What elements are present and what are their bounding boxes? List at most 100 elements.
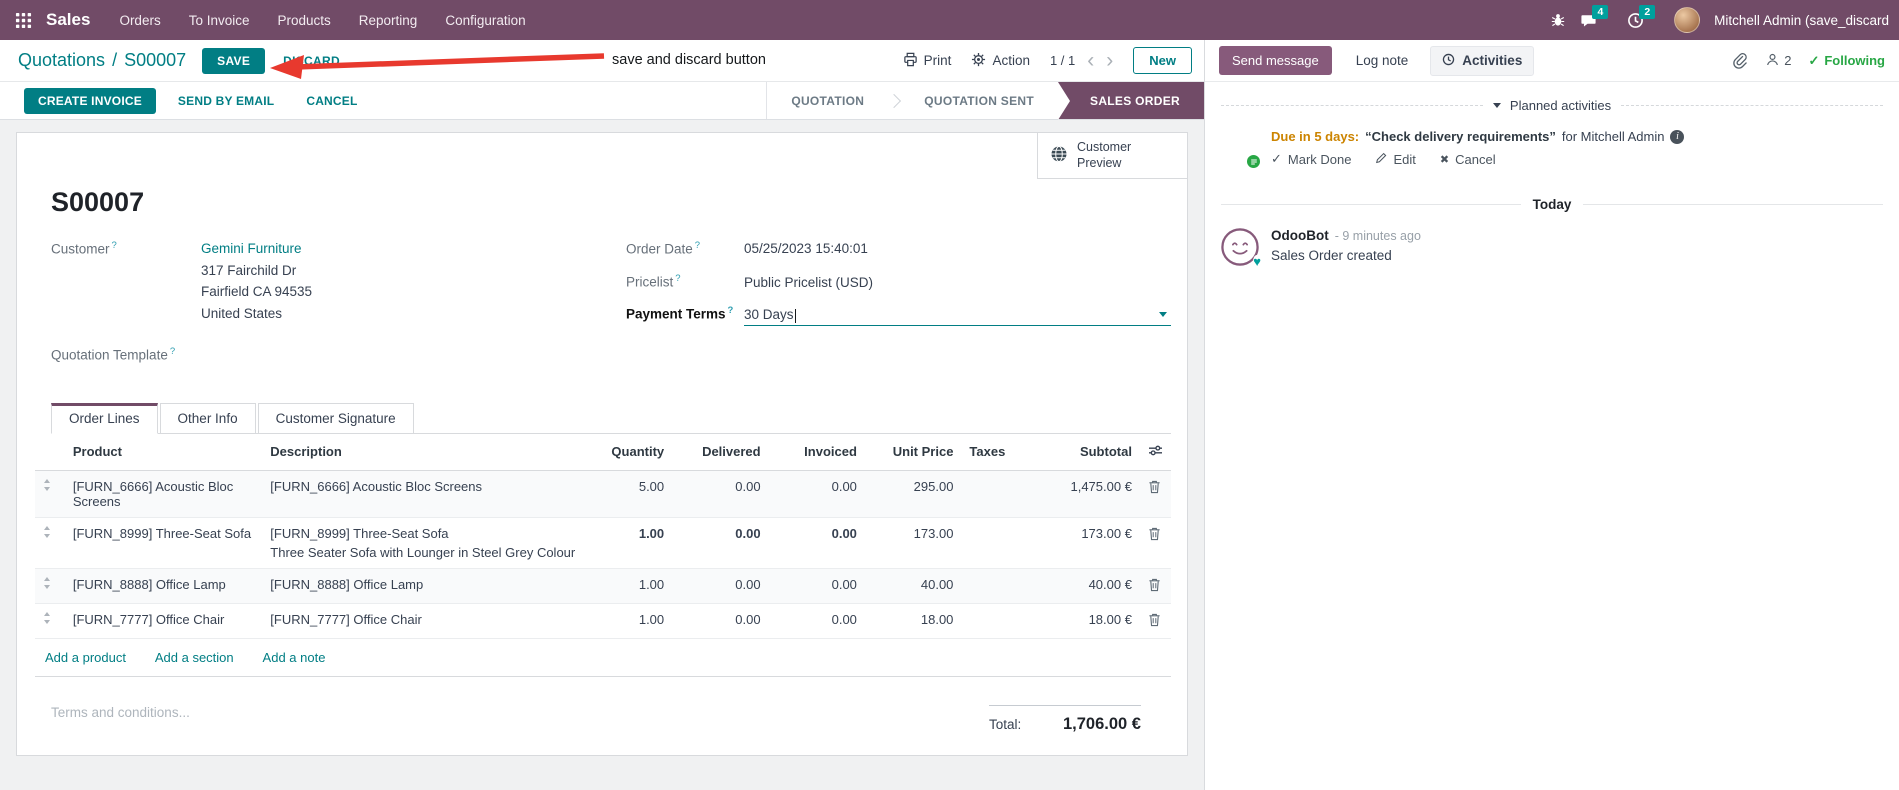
delete-line-icon[interactable] — [1148, 479, 1161, 494]
column-invoiced[interactable]: Invoiced — [768, 433, 865, 471]
planned-activity-item: Due in 5 days: “Check delivery requireme… — [1221, 129, 1883, 170]
annotation-label: save and discard button — [612, 52, 766, 68]
pager-count: 1 / 1 — [1049, 53, 1076, 68]
menu-configuration[interactable]: Configuration — [432, 3, 538, 38]
print-button[interactable]: Print — [903, 52, 951, 70]
planned-activities-title: Planned activities — [1509, 98, 1612, 113]
cancel-button[interactable]: CANCEL — [296, 88, 367, 114]
customer-address-line: Fairfield CA 94535 — [201, 284, 313, 300]
order-line-row[interactable]: [FURN_7777] Office Chair [FURN_7777] Off… — [35, 603, 1171, 639]
drag-handle-icon[interactable] — [43, 478, 51, 491]
apps-grid-icon[interactable] — [10, 7, 36, 33]
new-button[interactable]: New — [1133, 47, 1192, 74]
order-line-row[interactable]: [FURN_6666] Acoustic Bloc Screens [FURN_… — [35, 470, 1171, 518]
send-message-button[interactable]: Send message — [1219, 46, 1332, 75]
column-taxes[interactable]: Taxes — [961, 433, 1031, 471]
drag-handle-icon[interactable] — [43, 576, 51, 589]
info-icon[interactable] — [1670, 129, 1685, 144]
messages-badge: 4 — [1592, 5, 1609, 19]
line-quantity: 1.00 — [638, 525, 665, 541]
stage-quotation-sent[interactable]: QUOTATION SENT — [900, 82, 1058, 119]
schedule-activity-button[interactable]: Activities — [1430, 45, 1535, 76]
cancel-activity-button[interactable]: Cancel — [1440, 151, 1496, 167]
customer-preview-button[interactable]: Customer Preview — [1037, 133, 1187, 179]
send-by-email-button[interactable]: SEND BY EMAIL — [168, 88, 284, 114]
line-invoiced: 0.00 — [831, 611, 857, 627]
activity-assignee: for Mitchell Admin — [1561, 129, 1665, 144]
pager-next-icon[interactable] — [1106, 50, 1113, 71]
pricelist-field-value[interactable]: Public Pricelist (USD) — [744, 272, 873, 294]
order-line-row[interactable]: [FURN_8999] Three-Seat Sofa [FURN_8999] … — [35, 517, 1171, 569]
payment-terms-input[interactable]: 30 Days — [744, 307, 1171, 326]
messages-icon[interactable]: 4 — [1580, 5, 1613, 29]
line-unit-price: 295.00 — [913, 478, 954, 494]
attachments-icon[interactable] — [1731, 52, 1748, 69]
bug-icon[interactable] — [1550, 12, 1566, 28]
add-a-note-link[interactable]: Add a note — [263, 650, 326, 665]
delete-line-icon[interactable] — [1148, 526, 1161, 541]
followers-button[interactable]: 2 — [1765, 52, 1791, 70]
edit-activity-button[interactable]: Edit — [1375, 151, 1416, 167]
column-delivered[interactable]: Delivered — [672, 433, 769, 471]
odoobot-avatar — [1221, 228, 1261, 266]
discard-button[interactable]: DISCARD — [273, 48, 350, 74]
order-date-field-value[interactable]: 05/25/2023 15:40:01 — [744, 238, 868, 260]
order-total: Total: 1,706.00 € — [989, 704, 1141, 734]
create-invoice-button[interactable]: CREATE INVOICE — [24, 87, 156, 114]
user-menu[interactable]: Mitchell Admin (save_discard — [1714, 13, 1889, 28]
tab-order-lines[interactable]: Order Lines — [51, 402, 158, 434]
drag-handle-icon[interactable] — [43, 611, 51, 624]
column-description[interactable]: Description — [262, 433, 587, 471]
delete-line-icon[interactable] — [1148, 612, 1161, 627]
tab-other-info[interactable]: Other Info — [159, 402, 256, 434]
customer-field-value[interactable]: Gemini Furniture 317 Fairchild Dr Fairfi… — [201, 238, 312, 324]
app-name[interactable]: Sales — [46, 10, 90, 30]
add-a-section-link[interactable]: Add a section — [155, 650, 234, 665]
planned-activities-divider[interactable]: Planned activities — [1221, 98, 1883, 113]
stage-sales-order[interactable]: SALES ORDER — [1058, 82, 1204, 120]
tab-customer-signature[interactable]: Customer Signature — [257, 402, 414, 434]
collapse-caret-icon — [1492, 103, 1501, 108]
mark-done-label: Mark Done — [1287, 151, 1352, 167]
pager-previous-icon[interactable] — [1087, 50, 1094, 71]
menu-orders[interactable]: Orders — [106, 3, 173, 38]
line-delivered: 0.00 — [735, 576, 761, 592]
column-unit-price[interactable]: Unit Price — [864, 433, 962, 471]
top-navbar: Sales Orders To Invoice Products Reporti… — [0, 0, 1899, 40]
action-menu-button[interactable]: Action — [971, 52, 1030, 70]
cancel-label: Cancel — [1455, 151, 1496, 167]
drag-handle-icon[interactable] — [43, 525, 51, 538]
menu-to-invoice[interactable]: To Invoice — [176, 3, 263, 38]
save-button[interactable]: SAVE — [202, 47, 266, 74]
pencil-icon — [1375, 152, 1387, 167]
terms-and-conditions-placeholder[interactable]: Terms and conditions... — [51, 705, 989, 720]
user-avatar[interactable] — [1674, 7, 1701, 33]
column-product[interactable]: Product — [64, 433, 263, 471]
message-author[interactable]: OdooBot — [1271, 228, 1329, 243]
quotation-template-field-label: Quotation Template? — [51, 346, 176, 363]
activities-clock-icon[interactable]: 2 — [1627, 5, 1660, 29]
globe-icon — [1050, 145, 1068, 166]
stage-quotation[interactable]: QUOTATION — [767, 82, 888, 119]
line-quantity: 1.00 — [638, 611, 665, 627]
dropdown-caret-icon[interactable] — [1159, 311, 1167, 317]
add-a-product-link[interactable]: Add a product — [45, 650, 126, 665]
optional-columns-icon[interactable] — [1139, 433, 1171, 471]
menu-products[interactable]: Products — [265, 3, 344, 38]
column-quantity[interactable]: Quantity — [586, 433, 673, 471]
customer-link[interactable]: Gemini Furniture — [201, 238, 312, 260]
column-subtotal[interactable]: Subtotal — [1030, 433, 1140, 471]
menu-reporting[interactable]: Reporting — [346, 3, 431, 38]
top-menu: Orders To Invoice Products Reporting Con… — [106, 3, 538, 38]
stage-separator-icon — [887, 93, 902, 108]
breadcrumb-quotations[interactable]: Quotations — [18, 50, 105, 71]
mark-done-button[interactable]: Mark Done — [1271, 151, 1352, 167]
delete-line-icon[interactable] — [1148, 577, 1161, 592]
activities-badge: 2 — [1639, 5, 1656, 19]
activity-due-label: Due in 5 days: — [1271, 129, 1360, 144]
order-line-row[interactable]: [FURN_8888] Office Lamp [FURN_8888] Offi… — [35, 568, 1171, 604]
customer-address-line: United States — [201, 305, 283, 321]
following-button[interactable]: Following — [1808, 53, 1885, 69]
line-quantity: 5.00 — [638, 478, 665, 494]
log-note-button[interactable]: Log note — [1350, 52, 1415, 69]
